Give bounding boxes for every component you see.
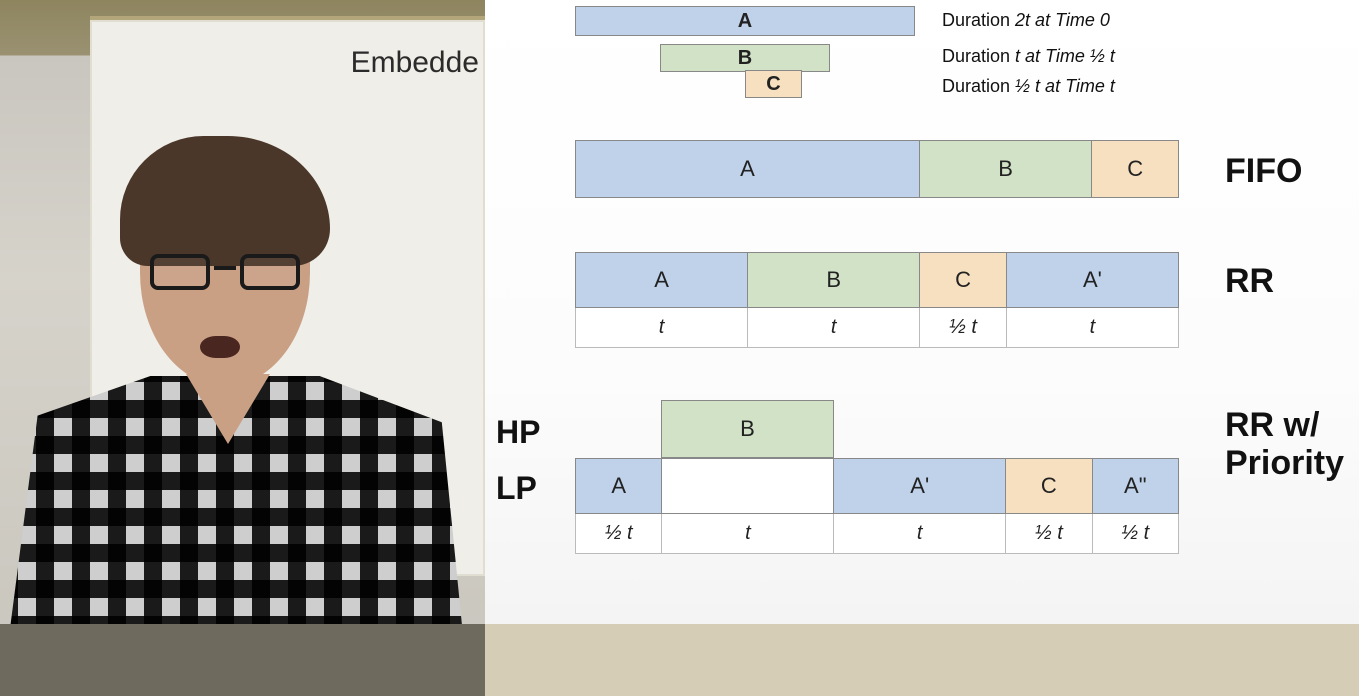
rrp-time-0: ½ t bbox=[575, 514, 662, 554]
rrp-lp-seg-2: A' bbox=[834, 458, 1006, 514]
rrp-label-line1: RR w/ bbox=[1225, 406, 1319, 445]
intro-row-c: C bbox=[745, 70, 802, 98]
whiteboard-text: Embedde bbox=[351, 46, 479, 80]
rrp-lp-row: A A' C A" bbox=[575, 458, 1179, 514]
rrp-hp-row: B bbox=[661, 400, 834, 458]
rrp-time-3: ½ t bbox=[1006, 514, 1092, 554]
lp-label: LP bbox=[496, 470, 537, 507]
rr-seg-2: C bbox=[920, 252, 1007, 308]
intro-cell-c: C bbox=[745, 70, 802, 98]
fifo-seg-b: B bbox=[920, 140, 1092, 198]
intro-row-b: B bbox=[660, 44, 830, 72]
rrp-lp-seg-3: C bbox=[1006, 458, 1092, 514]
rr-seg-3: A' bbox=[1007, 252, 1179, 308]
presenter-mouth bbox=[200, 336, 240, 358]
glasses-icon bbox=[150, 254, 300, 294]
rrp-time-4: ½ t bbox=[1093, 514, 1179, 554]
presenter-hair bbox=[120, 136, 330, 266]
intro-cell-b: B bbox=[660, 44, 830, 72]
fifo-row: A B C bbox=[575, 140, 1179, 198]
stage: Embedde A B C Duration 2t at Time 0 Dura… bbox=[0, 0, 1359, 696]
intro-desc-a: Duration 2t at Time 0 bbox=[942, 10, 1110, 31]
rr-row: A B C A' bbox=[575, 252, 1179, 308]
rr-label: RR bbox=[1225, 262, 1274, 301]
slide-lower-strip bbox=[485, 624, 1359, 696]
video-lower-strip bbox=[0, 624, 485, 696]
fifo-label: FIFO bbox=[1225, 152, 1302, 191]
rr-time-2: ½ t bbox=[920, 308, 1007, 348]
rr-time-0: t bbox=[575, 308, 748, 348]
fifo-seg-c: C bbox=[1092, 140, 1179, 198]
rrp-lp-seg-1 bbox=[662, 458, 834, 514]
intro-desc-b: Duration t at Time ½ t bbox=[942, 46, 1115, 67]
rrp-lp-seg-4: A" bbox=[1093, 458, 1179, 514]
rrp-time-2: t bbox=[834, 514, 1006, 554]
intro-desc-c: Duration ½ t at Time t bbox=[942, 76, 1115, 97]
rrp-lp-seg-0: A bbox=[575, 458, 662, 514]
rrp-time-row: ½ t t t ½ t ½ t bbox=[575, 514, 1179, 554]
rrp-label-line2: Priority bbox=[1225, 444, 1344, 483]
rrp-time-1: t bbox=[662, 514, 834, 554]
rr-seg-0: A bbox=[575, 252, 748, 308]
hp-label: HP bbox=[496, 414, 540, 451]
intro-row-a: A bbox=[575, 6, 915, 36]
rr-time-3: t bbox=[1007, 308, 1179, 348]
rr-time-1: t bbox=[748, 308, 920, 348]
presenter-silhouette bbox=[0, 136, 470, 696]
rr-time-row: t t ½ t t bbox=[575, 308, 1179, 348]
intro-cell-a: A bbox=[575, 6, 915, 36]
fifo-seg-a: A bbox=[575, 140, 920, 198]
rr-seg-1: B bbox=[748, 252, 920, 308]
rrp-hp-seg-b: B bbox=[661, 400, 834, 458]
presenter-video: Embedde bbox=[0, 0, 485, 696]
